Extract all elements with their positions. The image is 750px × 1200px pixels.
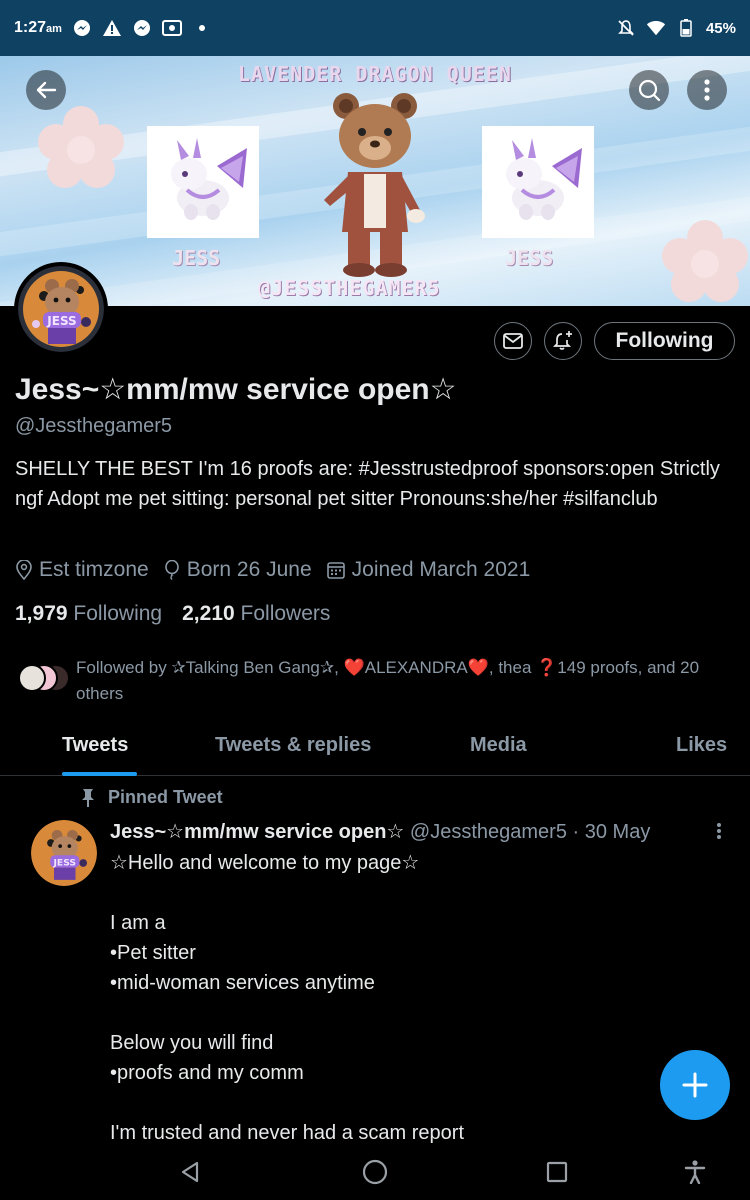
birthday-text: Born 26 June: [186, 558, 312, 581]
android-nav-bar: [0, 1143, 750, 1200]
triangle-back-icon: [181, 1161, 199, 1183]
pin-icon: [82, 788, 94, 807]
tweet-more-button[interactable]: [716, 822, 722, 845]
bell-plus-icon: [552, 331, 572, 350]
arrow-left-icon: [36, 81, 57, 99]
square-recents-icon: [546, 1161, 568, 1183]
accessibility-button[interactable]: [680, 1157, 710, 1187]
flower-decoration: [38, 106, 124, 188]
plus-icon: [682, 1072, 708, 1098]
followed-by-avatars: [12, 664, 72, 694]
dragon-pet-image: [482, 126, 594, 238]
followed-by-text[interactable]: Followed by ✰Talking Ben Gang✰, ❤️ALEXAN…: [76, 655, 744, 707]
banner-title: LAVENDER DRAGON QUEEN: [238, 62, 512, 86]
following-count-link[interactable]: 1,979 Following: [15, 602, 162, 626]
avatar: [18, 664, 46, 692]
profile-avatar[interactable]: JESS: [14, 262, 108, 356]
warning-icon: [102, 18, 122, 38]
profile-meta: Est timzone Born 26 June Joined March 20…: [15, 558, 530, 582]
more-vertical-icon: [717, 823, 721, 839]
notifications-button[interactable]: [544, 322, 582, 360]
envelope-icon: [503, 333, 523, 349]
birthday-item: Born 26 June: [163, 558, 312, 582]
tab-tweets[interactable]: Tweets: [62, 734, 128, 757]
calendar-icon: [326, 562, 345, 579]
more-options-button[interactable]: [687, 70, 727, 110]
follow-counts: 1,979 Following 2,210 Followers: [15, 602, 330, 626]
joined-item: Joined March 2021: [326, 558, 531, 582]
tweet-author-handle[interactable]: @Jessthegamer5: [410, 821, 567, 843]
nav-back-button[interactable]: [175, 1157, 205, 1187]
tweet-header: Jess~☆mm/mw service open☆ @Jessthegamer5…: [110, 819, 650, 844]
followers-count-link[interactable]: 2,210 Followers: [182, 602, 330, 626]
messenger-icon: [72, 18, 92, 38]
tab-media[interactable]: Media: [470, 734, 527, 757]
tweet-author-name[interactable]: Jess~☆mm/mw service open☆: [110, 821, 404, 843]
joined-text: Joined March 2021: [351, 558, 531, 581]
profile-tabs: Tweets Tweets & replies Media Likes: [0, 724, 750, 776]
flower-decoration: [662, 220, 748, 302]
profile-name: Jess~☆mm/mw service open☆: [15, 373, 457, 406]
nav-home-button[interactable]: [360, 1157, 390, 1187]
mute-icon: [616, 18, 636, 38]
accessibility-icon: [684, 1160, 706, 1184]
tweet-body: ☆Hello and welcome to my page☆ I am a •P…: [110, 852, 464, 1144]
wifi-icon: [646, 18, 666, 38]
more-vertical-icon: [704, 79, 710, 101]
location-pin-icon: [16, 560, 32, 580]
screenshot-icon: [161, 18, 182, 38]
nav-recents-button[interactable]: [542, 1157, 572, 1187]
back-button[interactable]: [26, 70, 66, 110]
battery-icon: [676, 18, 696, 38]
tweet-author-avatar[interactable]: JESS: [31, 820, 97, 886]
clock: 1:27am: [14, 19, 62, 36]
location-item: Est timzone: [15, 558, 149, 582]
bear-character-image: [324, 93, 425, 277]
circle-home-icon: [362, 1159, 388, 1185]
search-icon: [638, 79, 661, 102]
dragon-pet-image: [147, 126, 259, 238]
compose-tweet-button[interactable]: [660, 1050, 730, 1120]
status-bar: 1:27am 45%: [0, 0, 750, 56]
tab-likes[interactable]: Likes: [676, 734, 727, 757]
balloon-icon: [164, 560, 179, 580]
profile-handle: @Jessthegamer5: [15, 415, 173, 437]
pinned-tweet-label: Pinned Tweet: [80, 787, 223, 808]
tweet-date[interactable]: · 30 May: [573, 821, 651, 843]
messenger-icon: [132, 18, 152, 38]
banner-left-label: JESS: [172, 246, 221, 270]
location-text: Est timzone: [39, 558, 149, 581]
battery-percent: 45%: [705, 19, 736, 37]
svg-text:JESS: JESS: [53, 857, 77, 868]
profile-bio: SHELLY THE BEST I'm 16 proofs are: #Jess…: [15, 458, 720, 510]
dot-icon: [192, 18, 212, 38]
banner-handle: @JESSTHEGAMER5: [258, 276, 441, 300]
search-button[interactable]: [629, 70, 669, 110]
following-button[interactable]: Following: [594, 322, 735, 360]
banner-right-label: JESS: [505, 246, 554, 270]
active-tab-indicator: [62, 772, 137, 776]
message-button[interactable]: [494, 322, 532, 360]
tab-tweets-and-replies[interactable]: Tweets & replies: [215, 734, 371, 757]
svg-text:JESS: JESS: [46, 314, 76, 328]
